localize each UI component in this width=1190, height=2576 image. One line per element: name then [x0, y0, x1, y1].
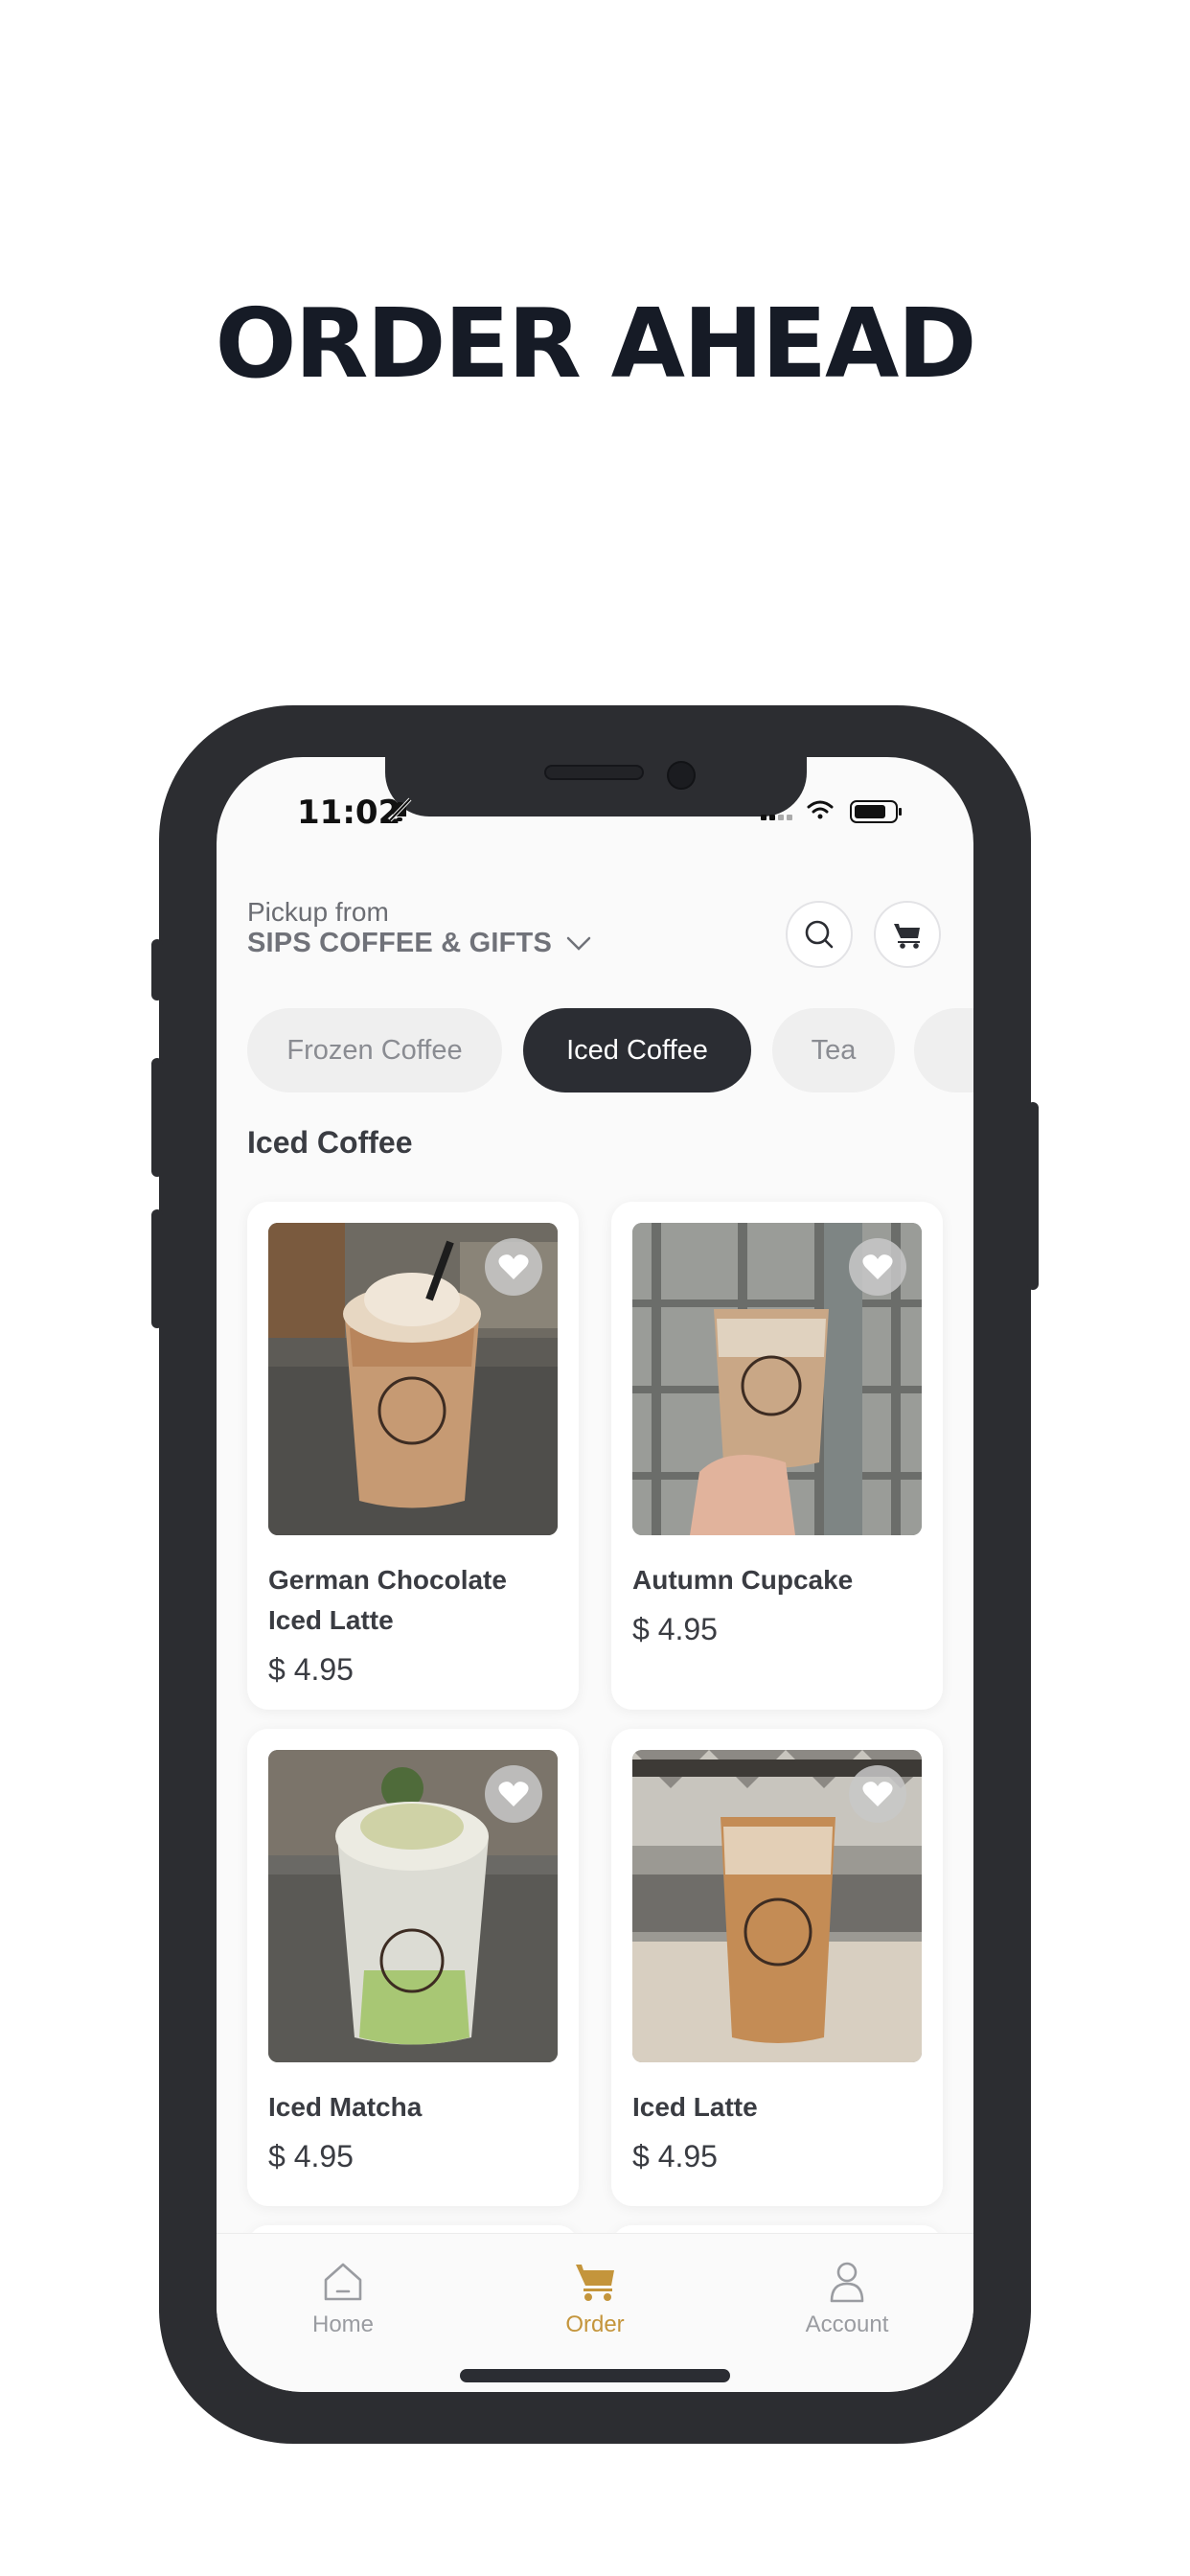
product-name: Iced Matcha	[268, 2092, 423, 2122]
product-image	[268, 1750, 558, 2062]
favorite-button[interactable]	[849, 1238, 906, 1296]
heart-icon	[498, 1782, 529, 1806]
category-chip-iced-coffee[interactable]: Iced Coffee	[523, 1008, 751, 1092]
store-name: SIPS COFFEE & GIFTS	[247, 928, 552, 958]
product-image	[632, 1750, 922, 2062]
product-card[interactable]: Iced Matcha $ 4.95	[247, 1729, 579, 2206]
status-indicators	[761, 800, 902, 823]
favorite-button[interactable]	[849, 1765, 906, 1823]
mute-switch	[151, 939, 163, 1000]
heart-icon	[862, 1782, 893, 1806]
favorite-button[interactable]	[485, 1238, 542, 1296]
front-camera	[667, 761, 696, 790]
phone-screen: 11:02 Pickup from SIPS COFFEE & GIFTS Fr…	[217, 757, 973, 2392]
product-image	[268, 1223, 558, 1535]
section-title: Iced Coffee	[247, 1125, 413, 1160]
pickup-label: Pickup from	[247, 897, 389, 927]
category-chip-frozen-coffee[interactable]: Frozen Coffee	[247, 1008, 502, 1092]
power-button	[1027, 1102, 1039, 1290]
product-price: $ 4.95	[268, 2139, 354, 2174]
tab-account[interactable]: Account	[770, 2261, 924, 2338]
product-card[interactable]: Iced Latte $ 4.95	[611, 1729, 943, 2206]
store-selector[interactable]: SIPS COFFEE & GIFTS	[247, 928, 592, 959]
signal-icon	[761, 815, 792, 820]
product-name: German Chocolate Iced Latte	[268, 1565, 507, 1635]
home-indicator[interactable]	[460, 2369, 730, 2382]
category-chip-more[interactable]	[914, 1008, 973, 1092]
product-price: $ 4.95	[632, 2139, 718, 2174]
volume-down-button	[151, 1209, 163, 1328]
tab-order-label: Order	[565, 2312, 625, 2337]
tab-home[interactable]: Home	[266, 2261, 420, 2338]
heart-icon	[498, 1254, 529, 1279]
battery-icon	[850, 800, 902, 823]
account-icon	[830, 2262, 864, 2303]
favorite-button[interactable]	[485, 1765, 542, 1823]
tab-home-label: Home	[311, 2312, 375, 2337]
bell-off-icon	[388, 797, 412, 822]
volume-up-button	[151, 1058, 163, 1177]
wifi-icon	[807, 800, 834, 819]
page-headline: ORDER AHEAD	[215, 288, 977, 400]
product-price: $ 4.95	[268, 1652, 354, 1687]
search-icon	[805, 920, 834, 949]
notch	[385, 757, 807, 816]
search-button[interactable]	[786, 901, 853, 968]
tab-account-label: Account	[805, 2312, 889, 2337]
product-name: Autumn Cupcake	[632, 1565, 854, 1595]
chevron-down-icon	[566, 936, 591, 951]
tab-order[interactable]: Order	[518, 2261, 672, 2338]
product-image	[632, 1223, 922, 1535]
home-icon	[324, 2263, 362, 2301]
cart-icon	[894, 924, 920, 949]
product-price: $ 4.95	[632, 1612, 718, 1646]
speaker	[544, 765, 644, 780]
product-name: Iced Latte	[632, 2092, 758, 2122]
product-card[interactable]: German Chocolate Iced Latte $ 4.95	[247, 1202, 579, 1710]
cart-button[interactable]	[874, 901, 941, 968]
heart-icon	[862, 1254, 893, 1279]
cart-icon	[576, 2265, 614, 2301]
category-chip-tea[interactable]: Tea	[772, 1008, 895, 1092]
product-card[interactable]: Autumn Cupcake $ 4.95	[611, 1202, 943, 1710]
